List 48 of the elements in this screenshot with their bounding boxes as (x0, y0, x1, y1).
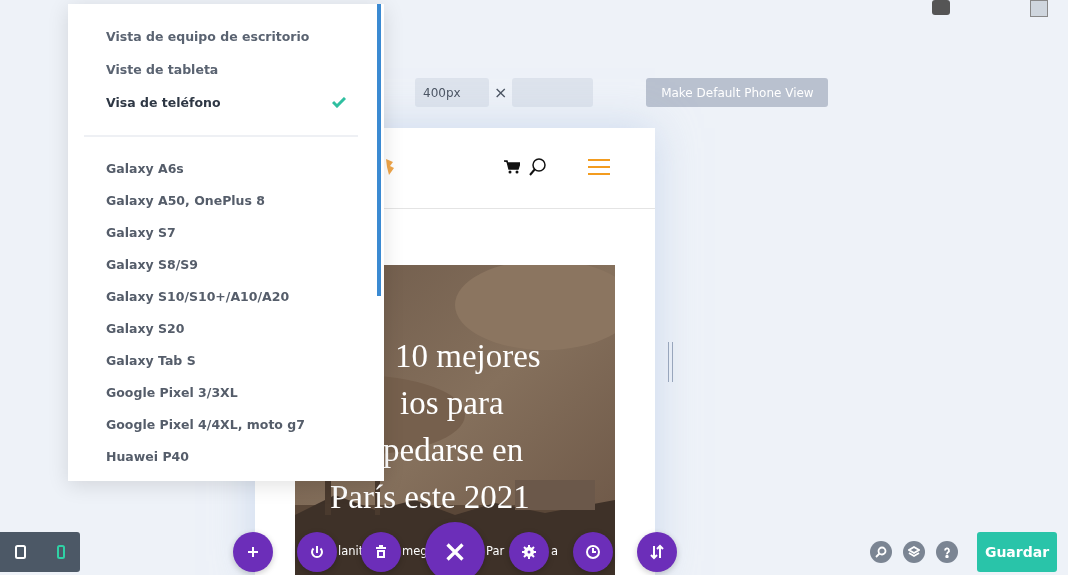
device-item[interactable]: Galaxy A6s (106, 153, 384, 185)
power-icon (309, 544, 325, 560)
hero-heading-line: pedarse en (383, 431, 524, 470)
search-icon (875, 546, 887, 558)
close-icon (445, 542, 465, 562)
search-button[interactable] (870, 541, 892, 563)
layers-icon (908, 546, 920, 558)
clock-icon (585, 544, 601, 560)
hero-heading-line: París este 2021 (330, 478, 530, 517)
phone-icon (56, 545, 65, 559)
view-mode-item[interactable]: Vista de equipo de escritorio (68, 20, 384, 53)
hero-subtitle-text: Par (486, 544, 505, 558)
view-mode-label: Visa de teléfono (106, 95, 221, 110)
layers-button[interactable] (903, 541, 925, 563)
device-item[interactable]: Galaxy S20 (106, 313, 384, 345)
resize-handle[interactable] (668, 342, 673, 382)
device-item[interactable]: Galaxy S10/S10+/A10/A20 (106, 281, 384, 313)
view-mode-item[interactable]: Viste de tableta (68, 53, 384, 86)
hero-subtitle-text: a (551, 544, 559, 558)
view-mode-label: Vista de equipo de escritorio (106, 29, 310, 44)
plus-icon (245, 544, 261, 560)
hero-heading-line: 10 mejores (395, 337, 541, 376)
cart-icon[interactable] (504, 160, 520, 174)
hero-subtitle-text: lanit (338, 544, 364, 558)
trash-icon (373, 544, 389, 560)
check-icon (332, 97, 346, 108)
search-icon[interactable] (529, 158, 546, 176)
help-icon (941, 546, 953, 558)
device-item[interactable]: Galaxy S8/S9 (106, 249, 384, 281)
times-sign: × (494, 83, 508, 102)
sort-button[interactable] (637, 532, 677, 572)
device-item[interactable]: Google Pixel 3/3XL (106, 377, 384, 409)
add-button[interactable] (233, 532, 273, 572)
hero-subtitle-text: meg (402, 544, 428, 558)
device-item[interactable]: Galaxy Tab S (106, 345, 384, 377)
scrollbar[interactable] (377, 4, 381, 296)
device-item[interactable]: Google Pixel 4/4XL, moto g7 (106, 409, 384, 441)
help-button[interactable] (936, 541, 958, 563)
view-mode-label: Viste de tableta (106, 62, 219, 77)
device-item[interactable]: Huawei P40 (106, 441, 384, 473)
tablet-icon (15, 545, 27, 559)
device-item[interactable]: Galaxy A50, OnePlus 8 (106, 185, 384, 217)
hero-heading-line: ios para (400, 384, 504, 423)
device-item[interactable]: Galaxy S7 (106, 217, 384, 249)
view-mode-item[interactable]: Visa de teléfono (68, 86, 384, 119)
settings-icon (521, 544, 537, 560)
sort-arrows-icon (649, 544, 665, 560)
width-field[interactable]: 400px (415, 78, 489, 107)
